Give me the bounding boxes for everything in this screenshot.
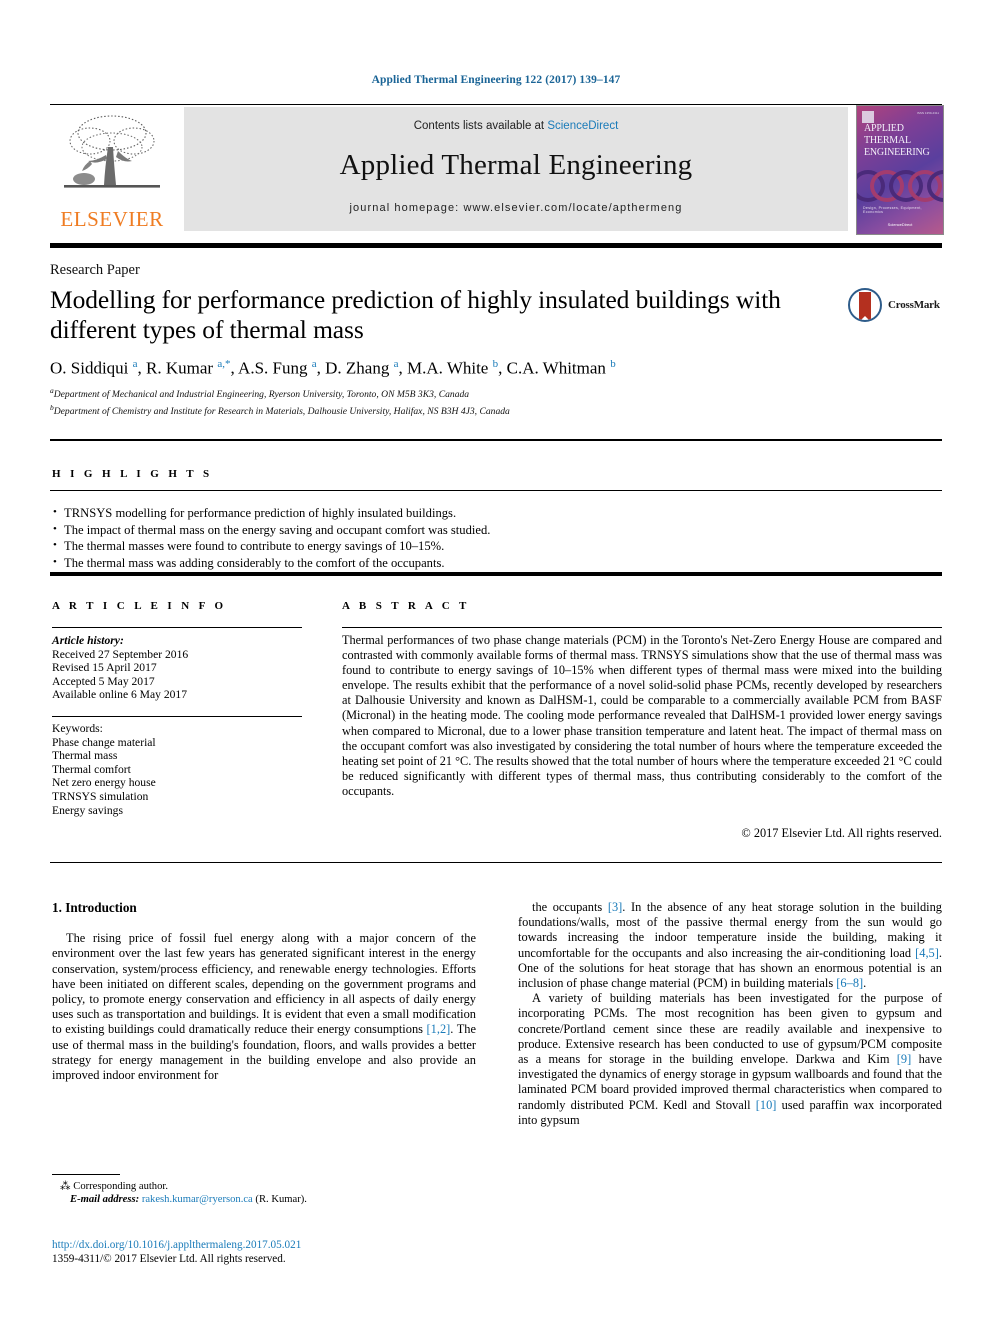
article-history-item: Received 27 September 2016	[52, 647, 189, 661]
list-item: The thermal masses were found to contrib…	[52, 537, 912, 555]
article-page: Applied Thermal Engineering 122 (2017) 1…	[0, 0, 992, 1323]
affiliation-a-text: Department of Mechanical and Industrial …	[53, 389, 470, 401]
list-item: The thermal mass was adding considerably…	[52, 554, 912, 572]
list-item: The impact of thermal mass on the energy…	[52, 521, 912, 539]
journal-title: Applied Thermal Engineering	[339, 149, 693, 181]
crossmark-icon	[848, 288, 882, 322]
abstract-top-rule	[50, 572, 942, 576]
footnote-rule	[52, 1174, 120, 1175]
article-info-label: A R T I C L E I N F O	[52, 600, 227, 612]
article-history-item: Revised 15 April 2017	[52, 661, 157, 675]
email-line: E-mail address: rakesh.kumar@ryerson.ca …	[52, 1193, 482, 1206]
title-top-rule	[50, 243, 942, 248]
issn-copyright: 1359-4311/© 2017 Elsevier Ltd. All right…	[52, 1253, 286, 1265]
elsevier-logo[interactable]: ELSEVIER	[50, 107, 174, 233]
cover-rings-graphic	[857, 169, 943, 202]
cover-brand: ScienceDirect	[887, 222, 913, 227]
journal-cover-thumbnail[interactable]: ISSN 1359-4311 APPLIED THERMAL ENGINEERI…	[856, 105, 944, 235]
journal-masthead: ELSEVIER Contents lists available at Sci…	[50, 105, 944, 235]
paragraph: The rising price of fossil fuel energy a…	[52, 931, 476, 1083]
email-link[interactable]: rakesh.kumar@ryerson.ca	[142, 1194, 253, 1205]
elsevier-tree-icon	[64, 115, 160, 188]
keyword-item: Net zero energy house	[52, 776, 156, 790]
section-heading-introduction: 1. Introduction	[52, 900, 137, 915]
cover-elsevier-mark-icon	[862, 111, 874, 123]
abstract-text: Thermal performances of two phase change…	[342, 633, 942, 798]
body-column-left: 1. Introduction The rising price of foss…	[52, 900, 476, 1083]
article-history-label: Article history:	[52, 634, 124, 647]
journal-homepage[interactable]: journal homepage: www.elsevier.com/locat…	[184, 202, 848, 214]
keyword-item: TRNSYS simulation	[52, 789, 149, 803]
article-info-rule	[52, 627, 302, 629]
article-type-kicker: Research Paper	[50, 262, 140, 278]
affiliation-b-text: Department of Chemistry and Institute fo…	[53, 405, 510, 417]
highlights-top-rule	[50, 439, 942, 441]
affiliations: aDepartment of Mechanical and Industrial…	[50, 385, 850, 418]
page-title: Modelling for performance prediction of …	[50, 285, 781, 344]
article-history-item: Accepted 5 May 2017	[52, 674, 155, 688]
cover-title: APPLIED THERMAL ENGINEERING	[864, 123, 940, 159]
email-label: E-mail address:	[70, 1194, 140, 1206]
abstract-label: A B S T R A C T	[342, 600, 470, 612]
highlights-list: TRNSYS modelling for performance predict…	[52, 504, 912, 572]
keyword-item: Phase change material	[52, 735, 156, 749]
elsevier-wordmark: ELSEVIER	[60, 207, 164, 231]
doi-link[interactable]: http://dx.doi.org/10.1016/j.applthermale…	[52, 1238, 482, 1252]
article-history: Article history: Received 27 September 2…	[52, 634, 307, 702]
corresponding-text: Corresponding author.	[73, 1181, 168, 1192]
body-top-rule	[50, 862, 942, 863]
list-item: TRNSYS modelling for performance predict…	[52, 504, 912, 522]
corresponding-author-line: ⁂ Corresponding author.	[52, 1180, 482, 1193]
keywords-label: Keywords:	[52, 722, 103, 735]
corresponding-marker: ⁂	[60, 1181, 71, 1192]
sciencedirect-link[interactable]: ScienceDirect	[547, 120, 618, 132]
abstract-copyright: © 2017 Elsevier Ltd. All rights reserved…	[741, 826, 942, 840]
crossmark-label: CrossMark	[888, 299, 940, 311]
highlights-label: H I G H L I G H T S	[52, 468, 213, 480]
journal-band: Contents lists available at ScienceDirec…	[184, 107, 848, 231]
cover-issn-code: ISSN 1359-4311	[917, 111, 939, 115]
paragraph: the occupants [3]. In the absence of any…	[518, 900, 942, 991]
highlights-under-rule	[50, 490, 942, 491]
contents-prefix: Contents lists available at	[413, 120, 548, 132]
page-footer: http://dx.doi.org/10.1016/j.applthermale…	[52, 1238, 482, 1266]
running-head: Applied Thermal Engineering 122 (2017) 1…	[371, 74, 621, 86]
contents-available-line: Contents lists available at ScienceDirec…	[184, 120, 848, 132]
keywords-block: Keywords: Phase change material Thermal …	[52, 722, 307, 817]
keyword-item: Thermal comfort	[52, 762, 131, 776]
abstract-rule	[342, 627, 942, 629]
crossmark-badge[interactable]: CrossMark	[848, 288, 944, 324]
keywords-rule	[52, 716, 302, 718]
cover-title-line1: APPLIED	[864, 123, 904, 134]
cover-title-line3: ENGINEERING	[864, 147, 930, 158]
article-history-item: Available online 6 May 2017	[52, 688, 188, 702]
paragraph: A variety of building materials has been…	[518, 991, 942, 1127]
author-list: O. Siddiqui a, R. Kumar a,*, A.S. Fung a…	[50, 358, 616, 378]
keyword-item: Energy savings	[52, 803, 123, 817]
corresponding-author-footnote: ⁂ Corresponding author. E-mail address: …	[52, 1180, 482, 1207]
affiliation-a: aDepartment of Mechanical and Industrial…	[50, 385, 850, 402]
body-column-right: the occupants [3]. In the absence of any…	[518, 900, 942, 1128]
affiliation-b: bDepartment of Chemistry and Institute f…	[50, 402, 850, 419]
cover-subtitle: Design, Processes, Equipment, Economics	[863, 206, 922, 214]
cover-title-line2: THERMAL	[864, 135, 911, 146]
email-owner: (R. Kumar).	[255, 1194, 307, 1206]
keyword-item: Thermal mass	[52, 749, 118, 763]
